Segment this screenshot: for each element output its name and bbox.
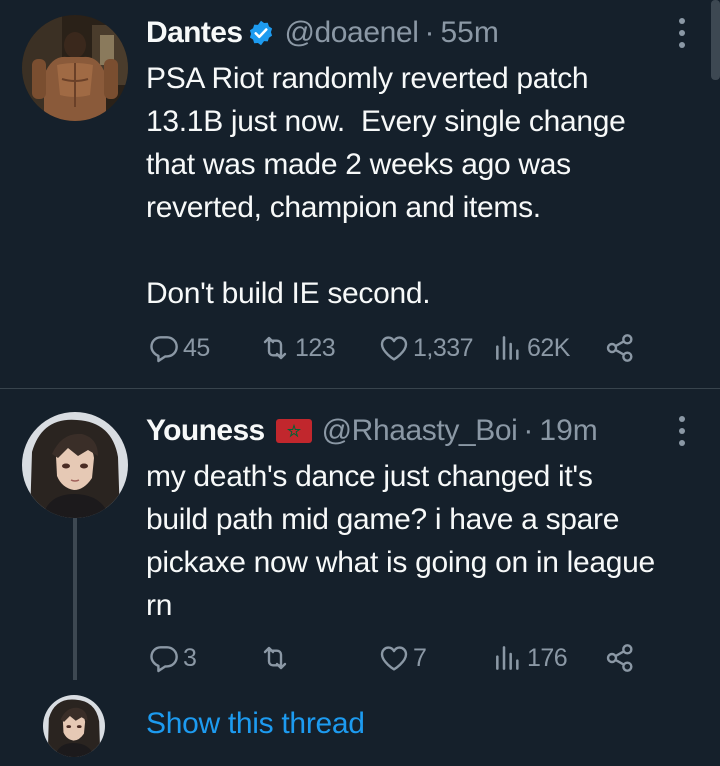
reply-icon xyxy=(148,332,180,364)
author-handle[interactable]: @doaenel xyxy=(284,16,418,50)
retweet-icon xyxy=(258,642,292,674)
timestamp[interactable]: 19m xyxy=(539,414,597,448)
show-thread-link[interactable]: Show this thread xyxy=(146,707,365,741)
reply-count: 45 xyxy=(183,333,210,362)
avatar[interactable] xyxy=(22,15,128,121)
tweet-header: Dantes @doaenel · 55m xyxy=(146,13,499,53)
morocco-flag-icon xyxy=(275,418,313,444)
separator: · xyxy=(523,414,534,447)
separator: · xyxy=(424,16,435,49)
tweet-header: Youness @Rhaasty_Boi · 19m xyxy=(146,411,598,451)
reply-button[interactable]: 3 xyxy=(148,641,197,675)
retweet-button[interactable]: 123 xyxy=(258,331,336,365)
reply-button[interactable]: 45 xyxy=(148,331,210,365)
tweet-actions: 45 123 1,337 62K xyxy=(146,331,646,365)
author-handle[interactable]: @Rhaasty_Boi xyxy=(322,414,518,448)
retweet-button[interactable] xyxy=(258,641,295,675)
timestamp[interactable]: 55m xyxy=(440,16,498,50)
like-count: 1,337 xyxy=(413,333,474,362)
show-thread-row[interactable]: Show this thread xyxy=(0,689,720,766)
retweet-count: 123 xyxy=(295,333,336,362)
views-button[interactable]: 176 xyxy=(492,641,568,675)
author-name[interactable]: Dantes xyxy=(146,16,243,50)
avatar[interactable] xyxy=(22,412,128,518)
author-name[interactable]: Youness xyxy=(146,414,265,448)
tweet[interactable]: Dantes @doaenel · 55m PSA Riot randomly … xyxy=(0,0,720,388)
more-options-icon[interactable] xyxy=(674,414,690,448)
views-icon xyxy=(492,642,524,674)
verified-badge-icon xyxy=(247,19,275,47)
views-icon xyxy=(492,332,524,364)
share-button[interactable] xyxy=(604,331,636,365)
views-count: 176 xyxy=(527,643,568,672)
thread-connector-line xyxy=(73,518,77,680)
avatar xyxy=(43,695,105,757)
like-icon xyxy=(378,642,410,674)
reply-icon xyxy=(148,642,180,674)
tweet-text: my death's dance just changed it's build… xyxy=(146,460,655,622)
share-icon xyxy=(604,332,636,364)
views-count: 62K xyxy=(527,333,570,362)
share-icon xyxy=(604,642,636,674)
like-icon xyxy=(378,332,410,364)
tweet-actions: 3 7 176 xyxy=(146,641,646,675)
share-button[interactable] xyxy=(604,641,636,675)
like-button[interactable]: 1,337 xyxy=(378,331,474,365)
reply-count: 3 xyxy=(183,643,197,672)
tweet-text: PSA Riot randomly reverted patch 13.1B j… xyxy=(146,62,626,310)
more-options-icon[interactable] xyxy=(674,16,690,50)
like-count: 7 xyxy=(413,643,427,672)
like-button[interactable]: 7 xyxy=(378,641,427,675)
retweet-icon xyxy=(258,332,292,364)
tweet[interactable]: Youness @Rhaasty_Boi · 19m my death's da… xyxy=(0,389,720,679)
views-button[interactable]: 62K xyxy=(492,331,570,365)
